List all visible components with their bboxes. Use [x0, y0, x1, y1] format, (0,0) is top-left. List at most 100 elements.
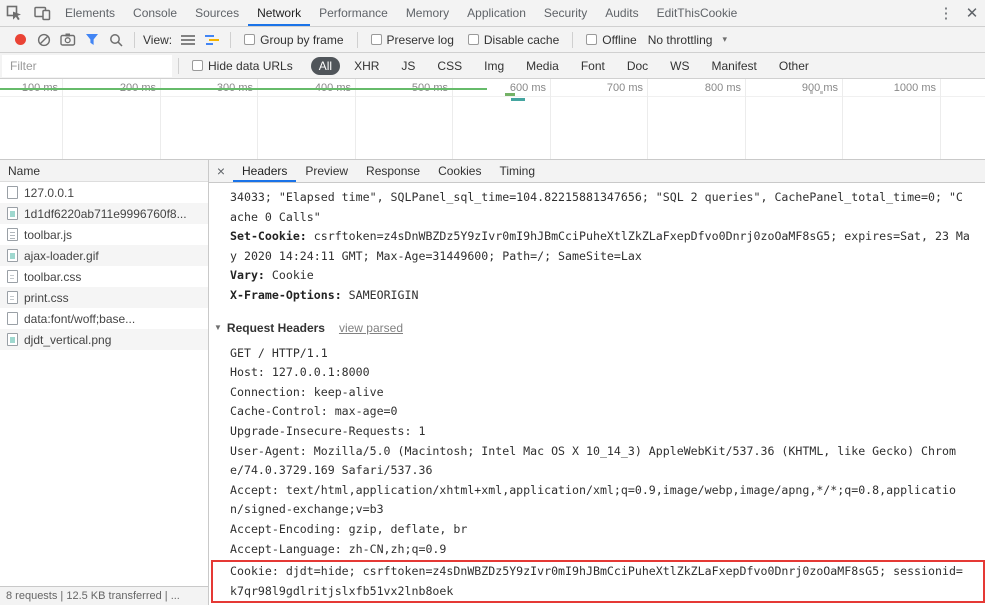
- gridline: [550, 79, 551, 159]
- filter-type-manifest[interactable]: Manifest: [704, 57, 765, 75]
- offline-label: Offline: [602, 32, 637, 47]
- view-parsed-link[interactable]: view parsed: [339, 321, 403, 335]
- overview-request-bar: [505, 93, 515, 96]
- document-icon: [7, 186, 18, 199]
- checkbox-icon[interactable]: [586, 34, 598, 45]
- timeline-tick: 1000 ms: [893, 82, 936, 94]
- timeline-tick: 600 ms: [509, 82, 546, 94]
- request-name: print.css: [24, 290, 69, 305]
- close-devtools-icon[interactable]: ✕: [959, 0, 985, 26]
- details-tab-cookies[interactable]: Cookies: [429, 160, 490, 182]
- camera-icon: [60, 33, 76, 46]
- offline-checkbox[interactable]: Offline: [586, 32, 637, 47]
- request-row[interactable]: ajax-loader.gif: [0, 245, 208, 266]
- gridline: [355, 79, 356, 159]
- request-row[interactable]: toolbar.js: [0, 224, 208, 245]
- request-row[interactable]: print.css: [0, 287, 208, 308]
- request-row[interactable]: djdt_vertical.png: [0, 329, 208, 350]
- disable-cache-label: Disable cache: [483, 32, 560, 47]
- request-header-line: Accept-Language: zh-CN,zh;q=0.9: [230, 541, 447, 556]
- devtools-tabbar: Elements Console Sources Network Perform…: [0, 0, 985, 27]
- more-options-icon[interactable]: ⋮: [933, 0, 959, 26]
- tab-application[interactable]: Application: [458, 0, 535, 26]
- filter-type-css[interactable]: CSS: [429, 57, 470, 75]
- close-details-icon[interactable]: ×: [209, 160, 233, 182]
- hide-data-urls-label: Hide data URLs: [208, 58, 293, 73]
- filter-type-js[interactable]: JS: [393, 57, 423, 75]
- checkbox-icon[interactable]: [370, 34, 382, 45]
- record-icon: [14, 34, 26, 45]
- device-toolbar-button[interactable]: [28, 0, 56, 26]
- clear-button[interactable]: [32, 28, 56, 52]
- script-icon: [7, 228, 18, 241]
- network-overview-timeline[interactable]: 100 ms 200 ms 300 ms 400 ms 500 ms 600 m…: [0, 79, 985, 160]
- request-row[interactable]: 1d1df6220ab711e9996760f8...: [0, 203, 208, 224]
- chevron-down-icon: ▾: [722, 34, 727, 44]
- checkbox-icon[interactable]: [192, 60, 203, 71]
- tab-sources[interactable]: Sources: [186, 0, 248, 26]
- request-headers-title: Request Headers: [226, 320, 325, 335]
- tab-performance[interactable]: Performance: [310, 0, 397, 26]
- disclosure-triangle-icon[interactable]: ▼: [214, 323, 222, 332]
- throttling-dropdown[interactable]: No throttling ▾: [648, 33, 727, 47]
- checkbox-icon[interactable]: [467, 34, 479, 45]
- filter-toggle-button[interactable]: [80, 28, 104, 52]
- gridline: [940, 79, 941, 159]
- response-header-line: ache 0 Calls": [230, 209, 321, 224]
- request-list: 127.0.0.1 1d1df6220ab711e9996760f8... to…: [0, 182, 208, 586]
- details-tab-preview[interactable]: Preview: [296, 160, 357, 182]
- group-by-frame-checkbox[interactable]: Group by frame: [244, 33, 344, 47]
- filter-type-other[interactable]: Other: [771, 57, 817, 75]
- resource-type-filters: All XHR JS CSS Img Media Font Doc WS Man…: [308, 56, 820, 75]
- gridline: [647, 79, 648, 159]
- details-tab-timing[interactable]: Timing: [490, 160, 544, 182]
- request-name: toolbar.css: [24, 269, 82, 284]
- filter-type-img[interactable]: Img: [476, 57, 512, 75]
- filter-bar: Hide data URLs All XHR JS CSS Img Media …: [0, 53, 985, 79]
- filter-type-doc[interactable]: Doc: [619, 57, 656, 75]
- filter-type-media[interactable]: Media: [518, 57, 567, 75]
- request-headers-section[interactable]: ▼ Request Headers view parsed: [214, 318, 985, 338]
- overview-dot: [810, 91, 813, 94]
- tab-editthiscookie[interactable]: EditThisCookie: [648, 0, 747, 26]
- network-toolbar: View: Group by frame Preserve log Disabl…: [0, 27, 985, 53]
- request-name: toolbar.js: [24, 227, 73, 242]
- overview-toggle-button[interactable]: [200, 28, 224, 52]
- request-row[interactable]: toolbar.css: [0, 266, 208, 287]
- disable-cache-checkbox[interactable]: Disable cache: [467, 32, 560, 47]
- record-button[interactable]: [8, 28, 32, 52]
- filter-type-all[interactable]: All: [310, 56, 341, 75]
- preserve-log-label: Preserve log: [386, 32, 454, 47]
- request-header-line: n/signed-exchange;v=b3: [230, 502, 384, 517]
- tab-console[interactable]: Console: [124, 0, 186, 26]
- checkbox-icon[interactable]: [244, 34, 256, 45]
- filter-input[interactable]: [2, 54, 172, 77]
- gridline: [160, 79, 161, 159]
- details-tab-headers[interactable]: Headers: [233, 160, 296, 182]
- request-header-line: Cache-Control: max-age=0: [230, 404, 398, 419]
- request-row[interactable]: data:font/woff;base...: [0, 308, 208, 329]
- image-icon: [7, 249, 18, 262]
- name-column-header[interactable]: Name: [0, 160, 208, 182]
- tab-security[interactable]: Security: [535, 0, 596, 26]
- large-rows-toggle-button[interactable]: [176, 28, 200, 52]
- search-button[interactable]: [104, 28, 128, 52]
- filter-type-xhr[interactable]: XHR: [346, 57, 387, 75]
- filter-type-ws[interactable]: WS: [662, 57, 697, 75]
- inspect-cursor-icon: [6, 5, 21, 21]
- inspect-element-button[interactable]: [0, 0, 28, 26]
- tab-network[interactable]: Network: [248, 0, 310, 26]
- gridline: [62, 79, 63, 159]
- gridline: [745, 79, 746, 159]
- details-tab-response[interactable]: Response: [357, 160, 429, 182]
- overview-load-bar: [0, 88, 487, 90]
- tab-audits[interactable]: Audits: [596, 0, 647, 26]
- preserve-log-checkbox[interactable]: Preserve log: [370, 32, 454, 47]
- filter-type-font[interactable]: Font: [573, 57, 613, 75]
- tab-memory[interactable]: Memory: [397, 0, 458, 26]
- capture-screenshots-button[interactable]: [56, 28, 80, 52]
- gridline: [452, 79, 453, 159]
- request-row[interactable]: 127.0.0.1: [0, 182, 208, 203]
- tab-elements[interactable]: Elements: [56, 0, 124, 26]
- hide-data-urls-checkbox[interactable]: Hide data URLs: [192, 59, 293, 73]
